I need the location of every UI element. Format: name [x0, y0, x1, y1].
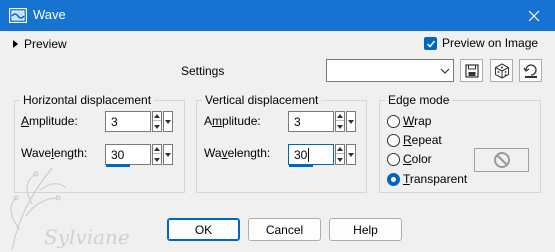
- vertical-wavelength-input[interactable]: 30: [288, 144, 334, 167]
- save-icon: [464, 63, 479, 78]
- horizontal-amplitude-dropdown[interactable]: [163, 111, 173, 132]
- horizontal-wavelength-spinner[interactable]: [152, 144, 162, 165]
- spin-down-icon[interactable]: [336, 155, 344, 164]
- radio-transparent[interactable]: [387, 172, 400, 186]
- horizontal-wavelength-value: 30: [111, 148, 125, 162]
- preview-on-image-label: Preview on Image: [442, 36, 539, 50]
- vertical-wavelength-value: 30: [294, 148, 308, 162]
- radio-color[interactable]: [387, 152, 400, 166]
- preview-on-image-checkbox[interactable]: Preview on Image: [424, 36, 538, 50]
- spin-down-icon[interactable]: [153, 155, 161, 164]
- vertical-wavelength-label: Wavelength:: [204, 146, 271, 160]
- text-caret: [308, 148, 309, 162]
- dropdown-arrow-icon: [165, 119, 171, 124]
- dropdown-arrow-icon: [348, 119, 354, 124]
- spin-down-icon[interactable]: [153, 122, 161, 131]
- chevron-down-icon: [437, 60, 453, 81]
- vertical-wavelength-dropdown[interactable]: [346, 144, 356, 165]
- dice-icon: [494, 62, 509, 79]
- vertical-wavelength-spinner[interactable]: [335, 144, 345, 165]
- spin-up-icon[interactable]: [336, 145, 344, 154]
- edge-mode-transparent-option[interactable]: Transparent: [387, 172, 467, 186]
- settings-label: Settings: [181, 64, 225, 78]
- edge-mode-wrap-option[interactable]: Wrap: [387, 114, 431, 128]
- watermark-text: Sylviane: [44, 225, 130, 249]
- horizontal-wavelength-slider-fill[interactable]: [106, 164, 130, 167]
- cancel-button[interactable]: Cancel: [248, 218, 321, 241]
- horizontal-amplitude-input[interactable]: 3: [105, 111, 151, 132]
- horizontal-amplitude-label: Amplitude:: [21, 114, 78, 128]
- preview-expander[interactable]: Preview: [13, 36, 67, 52]
- vertical-amplitude-input[interactable]: 3: [288, 111, 334, 132]
- horizontal-wavelength-label: Wavelength:: [21, 146, 88, 160]
- dropdown-arrow-icon: [165, 152, 171, 157]
- horizontal-amplitude-value: 3: [111, 115, 118, 129]
- spin-up-icon[interactable]: [153, 145, 161, 154]
- radio-wrap[interactable]: [387, 114, 400, 128]
- checkmark-icon[interactable]: [424, 36, 437, 50]
- window-title: Wave: [33, 7, 66, 22]
- horizontal-wavelength-input[interactable]: 30: [105, 144, 151, 167]
- edge-mode-color-label: Color: [403, 152, 432, 166]
- close-icon[interactable]: [524, 6, 544, 26]
- horizontal-displacement-title: Horizontal displacement: [20, 93, 155, 107]
- spin-up-icon[interactable]: [336, 112, 344, 121]
- dropdown-arrow-icon: [348, 152, 354, 157]
- edge-color-swatch[interactable]: [474, 148, 529, 172]
- expand-triangle-icon: [13, 40, 18, 48]
- spin-down-icon[interactable]: [336, 122, 344, 131]
- help-button[interactable]: Help: [329, 218, 402, 241]
- vertical-amplitude-spinner[interactable]: [335, 111, 345, 132]
- horizontal-wavelength-dropdown[interactable]: [163, 144, 173, 165]
- preset-dropdown[interactable]: [326, 59, 454, 82]
- radio-repeat[interactable]: [387, 133, 400, 147]
- edge-mode-repeat-option[interactable]: Repeat: [387, 133, 442, 147]
- title-bar: Wave: [0, 0, 555, 31]
- edge-mode-repeat-label: Repeat: [403, 133, 442, 147]
- prohibited-icon: [493, 152, 510, 168]
- randomize-button[interactable]: [490, 59, 513, 82]
- edge-mode-color-option[interactable]: Color: [387, 152, 432, 166]
- preview-label: Preview: [24, 37, 67, 51]
- psp-wave-icon: [9, 8, 27, 23]
- vertical-displacement-title: Vertical displacement: [202, 93, 322, 107]
- reset-button[interactable]: [519, 59, 542, 82]
- spin-up-icon[interactable]: [153, 112, 161, 121]
- ok-button[interactable]: OK: [167, 218, 240, 241]
- edge-mode-wrap-label: Wrap: [403, 114, 432, 128]
- save-preset-button[interactable]: [460, 59, 483, 82]
- reset-icon: [522, 63, 537, 78]
- vertical-wavelength-slider-fill[interactable]: [289, 164, 313, 167]
- vertical-amplitude-dropdown[interactable]: [346, 111, 356, 132]
- edge-mode-transparent-label: Transparent: [403, 172, 468, 186]
- edge-mode-title: Edge mode: [385, 93, 453, 107]
- vertical-amplitude-value: 3: [294, 115, 301, 129]
- horizontal-amplitude-spinner[interactable]: [152, 111, 162, 132]
- vertical-amplitude-label: Amplitude:: [204, 114, 261, 128]
